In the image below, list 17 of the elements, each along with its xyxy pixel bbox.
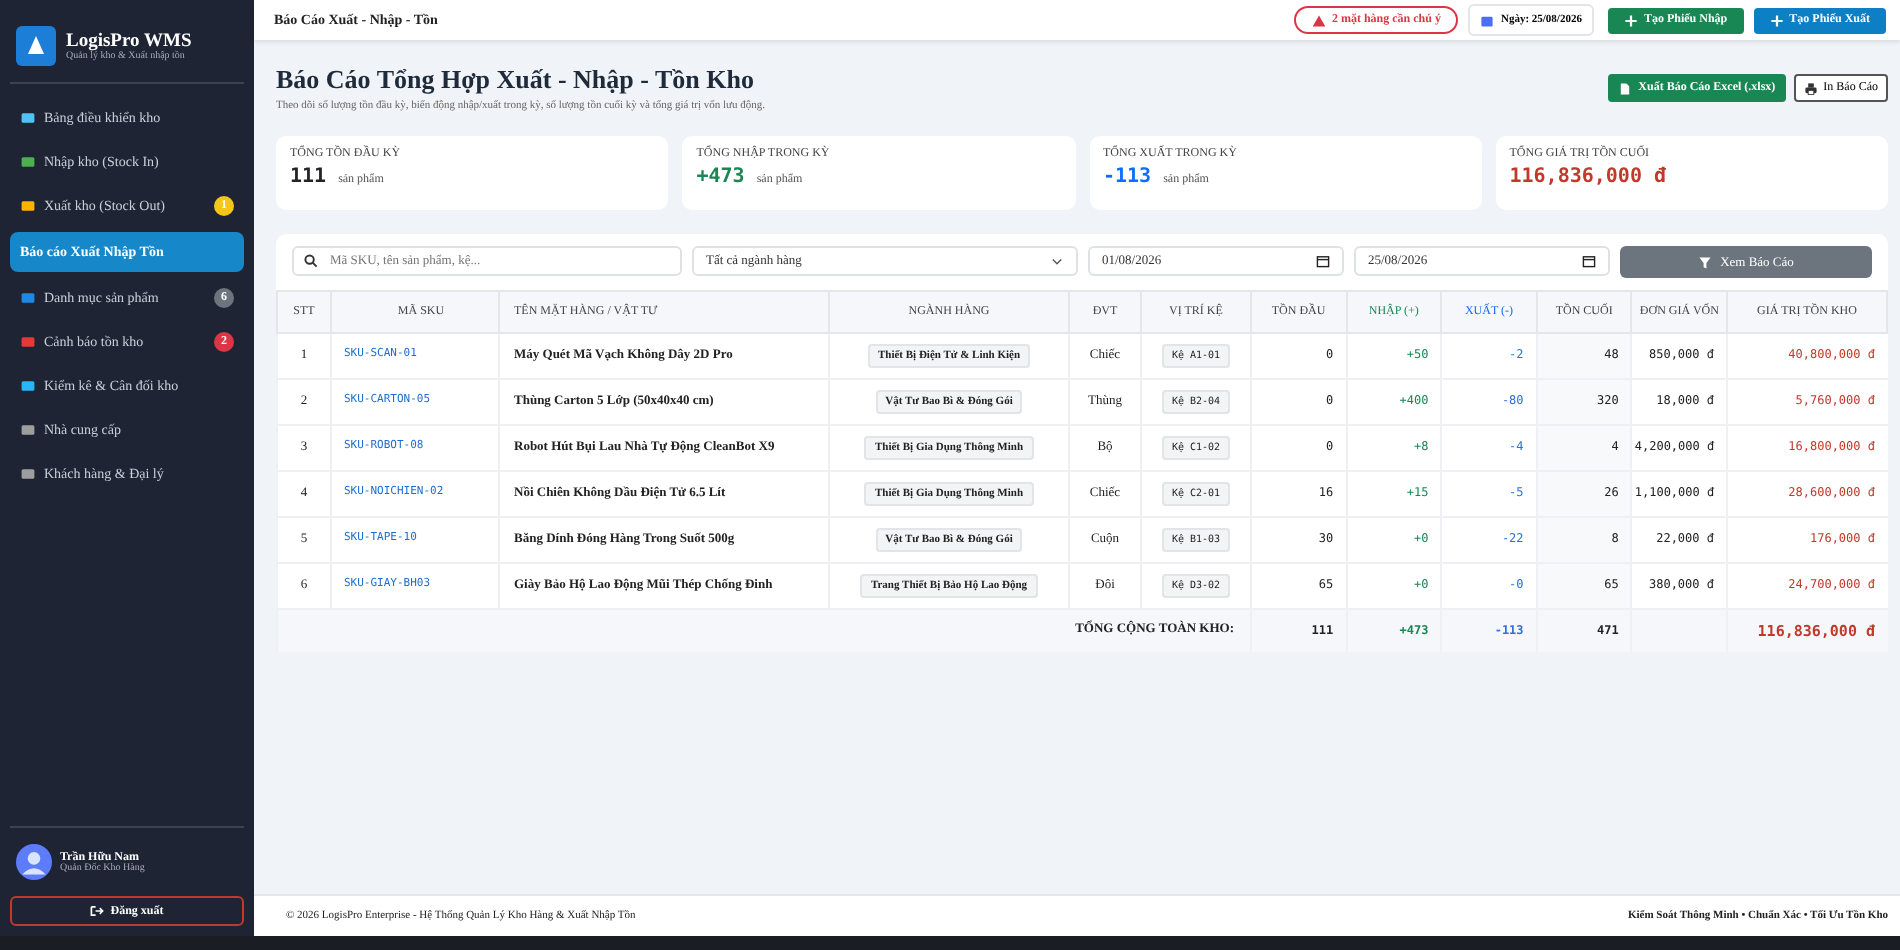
logout-icon — [90, 904, 105, 918]
stat-value: -113 — [1103, 166, 1152, 188]
plus-icon — [1769, 13, 1784, 27]
stat-value: +473 — [696, 166, 745, 188]
brand-name: LogisPro WMS — [66, 31, 192, 51]
warning-icon — [1311, 13, 1326, 27]
page-title: Báo Cáo Tổng Hợp Xuất - Nhập - Tồn Kho — [276, 64, 756, 96]
stat-value: 111 — [290, 166, 327, 188]
avatar-icon — [16, 844, 52, 880]
chevron-icon — [1050, 254, 1064, 268]
search-icon — [304, 254, 318, 268]
printer-icon — [1803, 81, 1818, 95]
filter-icon — [1698, 255, 1713, 269]
logo-icon — [16, 26, 56, 66]
plus-icon — [1623, 13, 1638, 27]
file-icon — [1618, 81, 1633, 95]
stat-value: 116,836,000 đ — [1509, 166, 1667, 188]
